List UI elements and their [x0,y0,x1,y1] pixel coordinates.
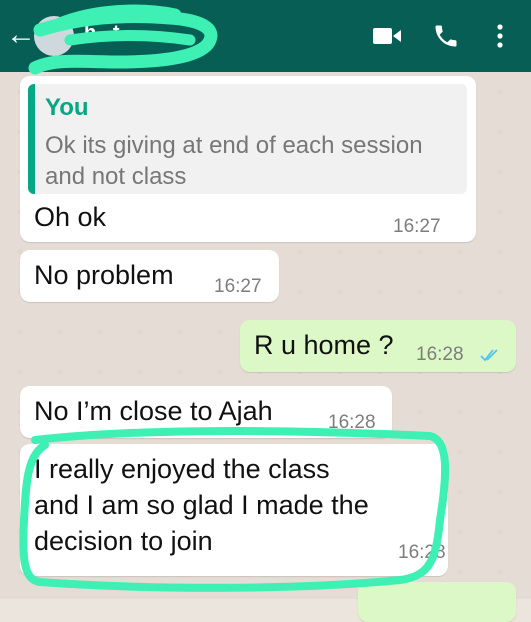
message-text: Oh ok [34,202,107,232]
message-line: decision to join [34,526,213,556]
message-line: and I am so glad I made the [34,490,369,520]
message-time: 16:28 [416,344,464,365]
chat-header: ← h. .t [0,0,531,72]
message-bubble-incoming[interactable]: I really enjoyed the class and I am so g… [20,444,448,576]
message-time: 16:28 [328,412,376,433]
message-bubble-incoming[interactable]: No I’m close to Ajah 16:28 [20,386,392,438]
quoted-text: Ok its giving at end of each session and… [45,132,423,190]
phone-icon[interactable] [432,22,460,50]
message-text: No I’m close to Ajah [34,396,273,426]
read-receipt-icon [480,349,498,362]
message-bubble-outgoing[interactable]: R u home ? 16:28 [240,320,516,372]
arrow-left-icon[interactable]: ← [6,18,36,52]
message-time: 16:28 [398,542,446,563]
message-time: 16:27 [393,216,441,237]
avatar[interactable] [34,16,74,56]
message-time: 16:27 [214,276,262,297]
quoted-author: You [45,94,89,121]
message-bubble-incoming[interactable]: No problem 16:27 [20,250,279,302]
more-vertical-icon[interactable] [490,22,510,50]
message-bubble-incoming[interactable]: You Ok its giving at end of each session… [20,76,476,242]
message-text: No problem [34,260,174,290]
contact-name[interactable]: h. .t [84,22,120,45]
message-text: R u home ? [254,330,394,360]
message-line: I really enjoyed the class [34,454,330,484]
message-bubble-outgoing-partial[interactable] [358,582,516,622]
video-camera-icon[interactable] [372,26,402,46]
quoted-message[interactable]: You Ok its giving at end of each session… [28,84,467,194]
